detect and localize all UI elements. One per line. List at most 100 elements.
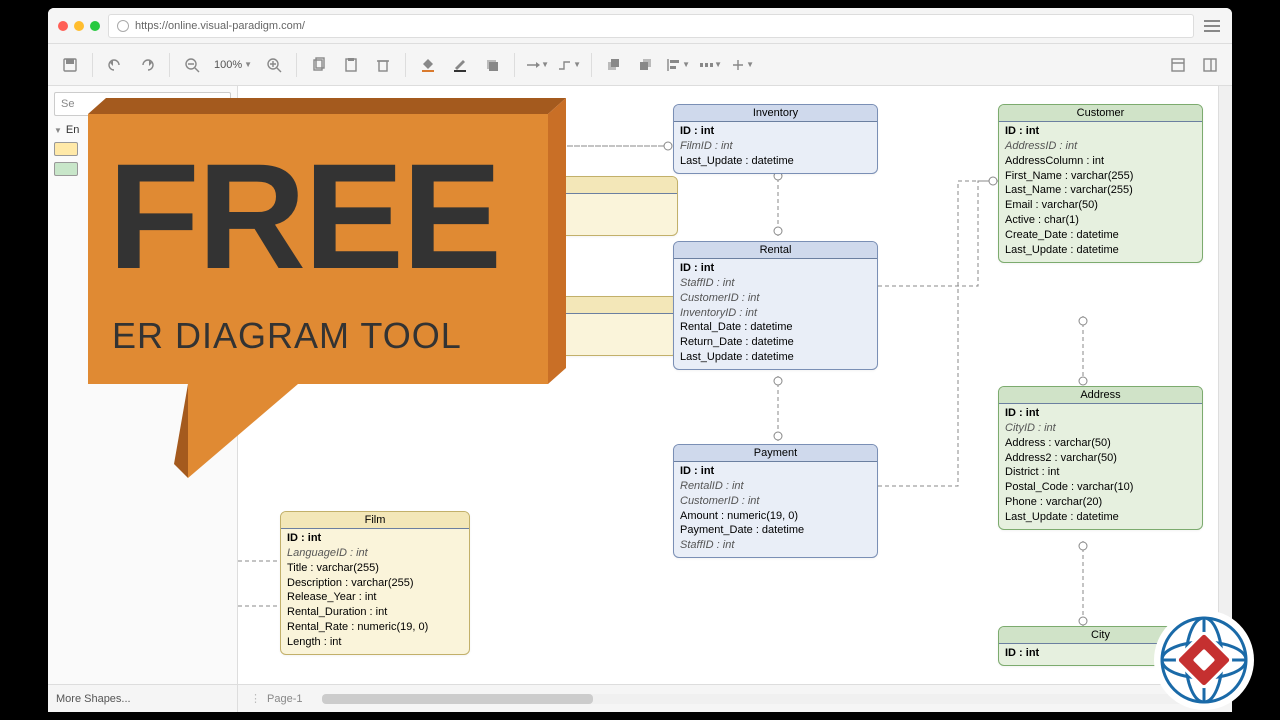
- copy-button[interactable]: [305, 51, 333, 79]
- entity-address[interactable]: Address ID : intCityID : intAddress : va…: [998, 386, 1203, 530]
- zoom-out-button[interactable]: [178, 51, 206, 79]
- entity-column: AddressColumn : int: [1005, 154, 1196, 169]
- to-back-button[interactable]: [632, 51, 660, 79]
- entity-column: Description : varchar(255): [287, 576, 463, 591]
- entity-column: InventoryID : int: [680, 306, 871, 321]
- entity-column: Last_Update : datetime: [1005, 510, 1196, 525]
- entity-column: Address : varchar(50): [1005, 436, 1196, 451]
- to-front-button[interactable]: [600, 51, 628, 79]
- zoom-dropdown[interactable]: 100% ▼: [210, 59, 256, 71]
- entity-title: Payment: [674, 445, 877, 462]
- connection-style-button[interactable]: ▼: [523, 51, 551, 79]
- entity-column: Active : char(1): [1005, 213, 1196, 228]
- entity-hidden-2[interactable]: [498, 296, 678, 356]
- entity-column: ID : int: [680, 261, 871, 276]
- shape-search-input[interactable]: Se: [54, 92, 231, 116]
- entity-column: Phone : varchar(20): [1005, 495, 1196, 510]
- more-shapes-button[interactable]: More Shapes...: [48, 685, 238, 712]
- fill-color-button[interactable]: [414, 51, 442, 79]
- entity-column: StaffID : int: [680, 538, 871, 553]
- shapes-sidebar: Se ▼En: [48, 86, 238, 684]
- paste-button[interactable]: [337, 51, 365, 79]
- entity-column: Last_Name : varchar(255): [1005, 183, 1196, 198]
- entity-column: ID : int: [1005, 406, 1196, 421]
- browser-bar: https://online.visual-paradigm.com/: [48, 8, 1232, 44]
- diagram-canvas[interactable]: Film ID : intLanguageID : intTitle : var…: [238, 86, 1218, 684]
- page-tab[interactable]: ⋮Page-1: [238, 692, 314, 705]
- entity-column: First_Name : varchar(255): [1005, 169, 1196, 184]
- entity-column: CustomerID : int: [680, 291, 871, 306]
- workspace: Se ▼En: [48, 86, 1232, 684]
- format-panel-toggle[interactable]: [1164, 51, 1192, 79]
- entity-customer[interactable]: Customer ID : intAddressID : intAddressC…: [998, 104, 1203, 263]
- entity-title: Address: [999, 387, 1202, 404]
- entity-column: StaffID : int: [680, 276, 871, 291]
- entity-title: Customer: [999, 105, 1202, 122]
- entity-column: Rental_Duration : int: [287, 605, 463, 620]
- close-window-icon[interactable]: [58, 21, 68, 31]
- zoom-in-button[interactable]: [260, 51, 288, 79]
- entity-column: Length : int: [287, 635, 463, 650]
- entity-column: Rental_Rate : numeric(19, 0): [287, 620, 463, 635]
- info-icon: [117, 20, 129, 32]
- entity-column: Payment_Date : datetime: [680, 523, 871, 538]
- entity-shape-icon[interactable]: [54, 142, 78, 156]
- entity-column: Last_Update : datetime: [1005, 243, 1196, 258]
- entity-column: Release_Year : int: [287, 590, 463, 605]
- shadow-button[interactable]: [478, 51, 506, 79]
- redo-button[interactable]: [133, 51, 161, 79]
- undo-button[interactable]: [101, 51, 129, 79]
- entity-column: Create_Date : datetime: [1005, 228, 1196, 243]
- entity-column: ID : int: [1005, 124, 1196, 139]
- entity-column: CityID : int: [1005, 421, 1196, 436]
- entity-column: Last_Update : datetime: [680, 350, 871, 365]
- entity-column: LanguageID : int: [287, 546, 463, 561]
- entity-column: Rental_Date : datetime: [680, 320, 871, 335]
- entity-film[interactable]: Film ID : intLanguageID : intTitle : var…: [280, 511, 470, 655]
- entity-column: ID : int: [287, 531, 463, 546]
- window-controls: [58, 21, 100, 31]
- entity-title: Film: [281, 512, 469, 529]
- menu-icon[interactable]: [1202, 16, 1222, 36]
- entity-column: Return_Date : datetime: [680, 335, 871, 350]
- outline-panel-toggle[interactable]: [1196, 51, 1224, 79]
- vertical-scrollbar[interactable]: [1218, 86, 1232, 684]
- save-button[interactable]: [56, 51, 84, 79]
- entity-column: ID : int: [680, 124, 871, 139]
- maximize-window-icon[interactable]: [90, 21, 100, 31]
- entity-shape-alt-icon[interactable]: [54, 162, 78, 176]
- align-button[interactable]: ▼: [664, 51, 692, 79]
- entity-column: Last_Update : datetime: [680, 154, 871, 169]
- entity-column: Amount : numeric(19, 0): [680, 509, 871, 524]
- entity-title: Inventory: [674, 105, 877, 122]
- entity-column: Address2 : varchar(50): [1005, 451, 1196, 466]
- statusbar: More Shapes... ⋮Page-1: [48, 684, 1232, 712]
- entity-column: Postal_Code : varchar(10): [1005, 480, 1196, 495]
- delete-button[interactable]: [369, 51, 397, 79]
- entity-title: Rental: [674, 242, 877, 259]
- add-button[interactable]: ▼: [728, 51, 756, 79]
- brand-logo-icon: [1152, 608, 1256, 712]
- horizontal-scrollbar[interactable]: [322, 694, 1224, 704]
- waypoint-style-button[interactable]: ▼: [555, 51, 583, 79]
- entity-column: Email : varchar(50): [1005, 198, 1196, 213]
- shape-category[interactable]: ▼En: [54, 124, 231, 136]
- entity-column: ID : int: [680, 464, 871, 479]
- entity-hidden-1[interactable]: [498, 176, 678, 236]
- entity-column: CustomerID : int: [680, 494, 871, 509]
- minimize-window-icon[interactable]: [74, 21, 84, 31]
- entity-column: RentalID : int: [680, 479, 871, 494]
- line-color-button[interactable]: [446, 51, 474, 79]
- entity-inventory[interactable]: Inventory ID : intFilmID : intLast_Updat…: [673, 104, 878, 174]
- distribute-button[interactable]: ▼: [696, 51, 724, 79]
- entity-column: District : int: [1005, 465, 1196, 480]
- url-bar[interactable]: https://online.visual-paradigm.com/: [108, 14, 1194, 38]
- toolbar: 100% ▼ ▼ ▼ ▼ ▼ ▼: [48, 44, 1232, 86]
- entity-column: FilmID : int: [680, 139, 871, 154]
- entity-column: Title : varchar(255): [287, 561, 463, 576]
- app-window: https://online.visual-paradigm.com/ 100%…: [48, 8, 1232, 712]
- entity-payment[interactable]: Payment ID : intRentalID : intCustomerID…: [673, 444, 878, 558]
- url-text: https://online.visual-paradigm.com/: [135, 20, 305, 32]
- zoom-value: 100%: [214, 59, 242, 71]
- entity-rental[interactable]: Rental ID : intStaffID : intCustomerID :…: [673, 241, 878, 370]
